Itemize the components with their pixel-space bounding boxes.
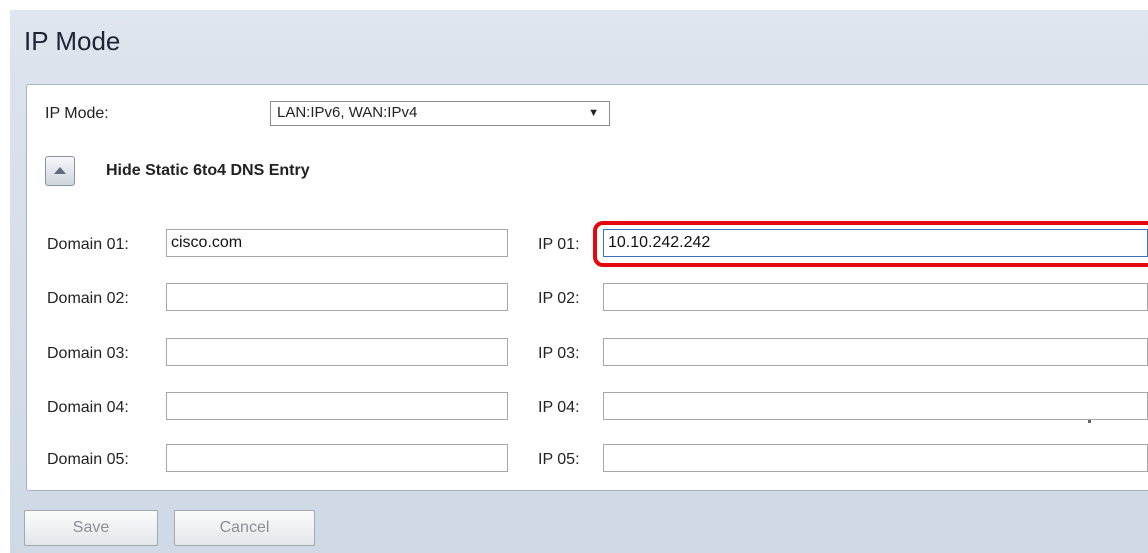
ip-01-input[interactable] bbox=[603, 229, 1148, 257]
cancel-button[interactable]: Cancel bbox=[174, 510, 315, 546]
collapse-toggle-button[interactable] bbox=[45, 156, 75, 186]
domain-01-input[interactable] bbox=[166, 229, 508, 257]
ip-04-input[interactable] bbox=[603, 392, 1148, 420]
artifact-dot bbox=[1088, 420, 1091, 423]
domain-01-label: Domain 01: bbox=[47, 236, 129, 253]
domain-03-input[interactable] bbox=[166, 338, 508, 366]
chevron-up-icon bbox=[54, 167, 66, 174]
ip-02-input[interactable] bbox=[603, 283, 1148, 311]
toggle-dns-entry-label: Hide Static 6to4 DNS Entry bbox=[106, 162, 310, 179]
ip-mode-selected-value: LAN:IPv6, WAN:IPv4 bbox=[277, 104, 418, 121]
domain-05-input[interactable] bbox=[166, 444, 508, 472]
domain-04-input[interactable] bbox=[166, 392, 508, 420]
domain-05-label: Domain 05: bbox=[47, 451, 129, 468]
domain-04-label: Domain 04: bbox=[47, 399, 129, 416]
ip-03-input[interactable] bbox=[603, 338, 1148, 366]
domain-02-input[interactable] bbox=[166, 283, 508, 311]
dropdown-arrow-icon: ▼ bbox=[588, 107, 599, 119]
ip-mode-select[interactable]: LAN:IPv6, WAN:IPv4 ▼ bbox=[270, 101, 610, 126]
ip-04-label: IP 04: bbox=[538, 399, 580, 416]
save-button[interactable]: Save bbox=[24, 510, 158, 546]
ip-01-label: IP 01: bbox=[538, 236, 580, 253]
ip-mode-label: IP Mode: bbox=[45, 105, 109, 122]
page-title: IP Mode bbox=[24, 26, 121, 56]
ip-03-label: IP 03: bbox=[538, 345, 580, 362]
ip-05-label: IP 05: bbox=[538, 451, 580, 468]
domain-03-label: Domain 03: bbox=[47, 345, 129, 362]
ip-02-label: IP 02: bbox=[538, 290, 580, 307]
ip-05-input[interactable] bbox=[603, 444, 1148, 472]
domain-02-label: Domain 02: bbox=[47, 290, 129, 307]
